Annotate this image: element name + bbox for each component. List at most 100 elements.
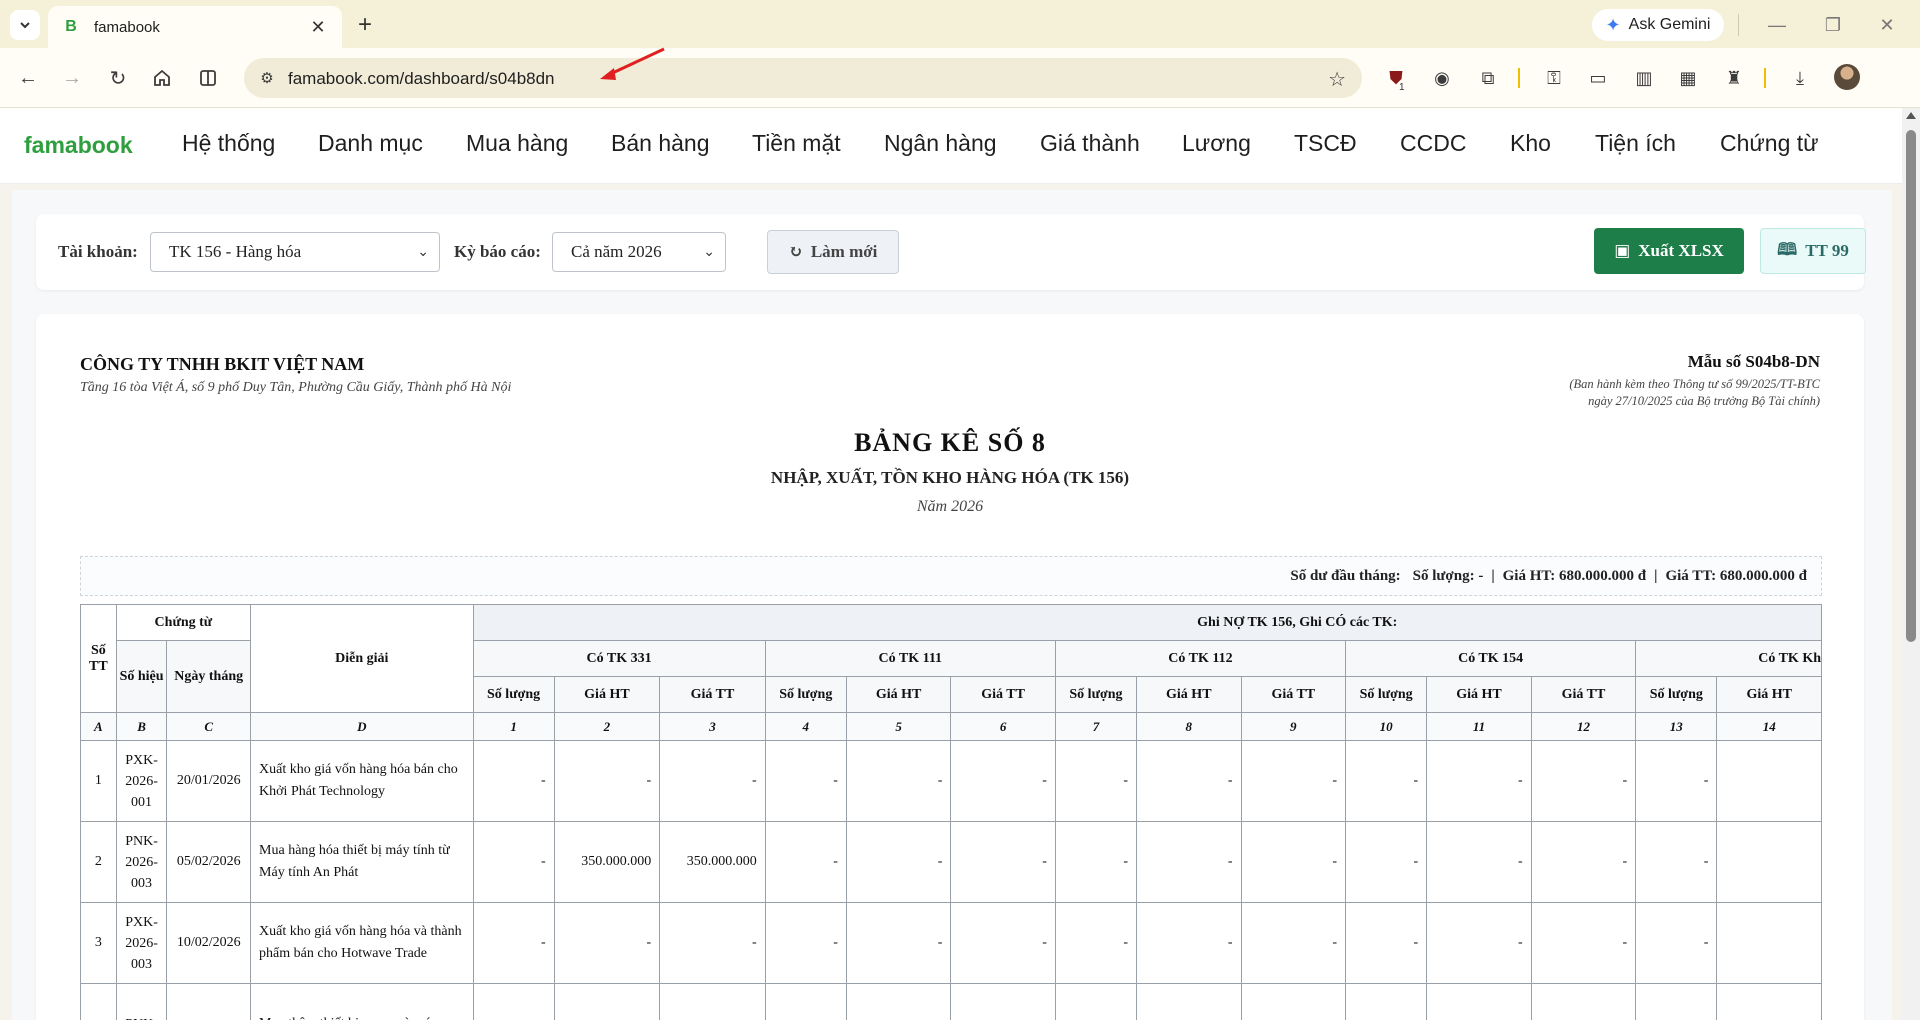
row-value: -: [764, 821, 847, 903]
tt99-button[interactable]: 🕮 TT 99: [1760, 228, 1866, 274]
ledger-table: Số TT Chứng từ Diễn giải Ghi NỢ TK 156, …: [80, 604, 1822, 1020]
ledger-table-scroll[interactable]: Số TT Chứng từ Diễn giải Ghi NỢ TK 156, …: [80, 604, 1822, 1020]
browser-tab[interactable]: B famabook ✕: [48, 6, 342, 48]
account-select[interactable]: TK 156 - Hàng hóa ⌄: [150, 232, 440, 272]
back-icon[interactable]: ←: [14, 64, 42, 92]
row-value: -: [1054, 902, 1138, 984]
table-row[interactable]: PNK- Mua thêm thiết bị mạng và máy: [80, 983, 1822, 1020]
url-text[interactable]: famabook.com/dashboard/s04b8dn: [288, 69, 555, 89]
header-co-tk-kh: Có TK Kh: [1635, 640, 1822, 677]
profile-avatar[interactable]: [1834, 64, 1860, 90]
close-window-icon[interactable]: ✕: [1874, 12, 1900, 38]
forward-icon[interactable]: →: [58, 64, 86, 92]
table-icon[interactable]: ▦: [1674, 64, 1702, 92]
row-so-hieu: PXK- 2026- 001: [115, 740, 168, 822]
row-so-hieu: PNK-: [115, 983, 168, 1020]
menu-chung-tu[interactable]: Chứng từ: [1720, 130, 1819, 157]
row-dien-giai: Mua thêm thiết bị mạng và máy: [250, 983, 474, 1020]
menu-ban-hang[interactable]: Bán hàng: [611, 130, 709, 157]
key-icon[interactable]: ⚿: [1540, 64, 1568, 92]
row-value: -: [1054, 821, 1138, 903]
address-bar[interactable]: ⚙ famabook.com/dashboard/s04b8dn ☆: [244, 58, 1362, 98]
table-row[interactable]: 1 PXK- 2026- 001 20/01/2026 Xuất kho giá vốn …: [80, 740, 1822, 822]
menu-luong[interactable]: Lương: [1182, 130, 1251, 157]
row-value: -: [1530, 821, 1637, 903]
refresh-button[interactable]: ↻ Làm mới: [767, 230, 899, 274]
puzzle-extensions-icon[interactable]: ⧉: [1474, 64, 1502, 92]
menu-ngan-hang[interactable]: Ngân hàng: [884, 130, 997, 157]
favicon-icon: B: [65, 18, 77, 35]
column-code: C: [166, 712, 252, 741]
scrollbar-thumb[interactable]: [1906, 130, 1916, 642]
report-subtitle: NHẬP, XUẤT, TỒN KHO HÀNG HÓA (TK 156): [770, 468, 1130, 487]
row-value: [1716, 740, 1822, 822]
split-view-icon[interactable]: [194, 64, 222, 92]
period-select[interactable]: Cả năm 2026 ⌄: [552, 232, 726, 272]
header-so-luong: Số lượng: [1054, 676, 1138, 713]
book-icon: 🕮: [1777, 239, 1798, 259]
column-code: 1: [472, 712, 555, 741]
row-value: -: [845, 821, 952, 903]
page-scrollbar[interactable]: [1902, 108, 1920, 1020]
row-value: -: [845, 740, 952, 822]
table-row[interactable]: 2 PNK- 2026- 003 05/02/2026 Mua hàng hóa thiế…: [80, 821, 1822, 903]
header-dien-giai: Diễn giải: [250, 604, 474, 713]
menu-gia-thanh[interactable]: Giá thành: [1040, 130, 1140, 157]
header-chung-tu: Chứng từ: [115, 604, 252, 641]
row-value: [472, 983, 555, 1020]
column-code: 14: [1716, 712, 1822, 741]
tab-search-button[interactable]: [10, 10, 40, 40]
so-hieu-part: PXK-: [125, 914, 158, 930]
restore-icon[interactable]: ❐: [1820, 12, 1846, 38]
row-stt: 2: [80, 821, 117, 903]
header-gia-tt: Giá TT: [950, 676, 1056, 713]
row-so-hieu: PNK- 2026- 003: [115, 821, 168, 903]
site-settings-icon[interactable]: ⚙: [256, 68, 278, 88]
row-value: -: [1426, 902, 1532, 984]
shield-extension-icon[interactable]: ⛊: [1382, 64, 1410, 92]
card-icon[interactable]: ▭: [1584, 64, 1612, 92]
so-hieu-part: PNK-: [117, 1014, 167, 1020]
menu-danh-muc[interactable]: Danh mục: [318, 130, 423, 157]
menu-ccdc[interactable]: CCDC: [1400, 130, 1466, 157]
menu-mua-hang[interactable]: Mua hàng: [466, 130, 568, 157]
header-ngay-thang: Ngày tháng: [166, 640, 252, 713]
issued-note: (Ban hành kèm theo Thông tư số 99/2025/T…: [1569, 376, 1820, 410]
column-code: 13: [1635, 712, 1718, 741]
menu-tscd[interactable]: TSCĐ: [1294, 130, 1357, 157]
table-row[interactable]: 3 PXK- 2026- 003 10/02/2026 Xuất kho giá vốn …: [80, 902, 1822, 984]
close-tab-icon[interactable]: ✕: [308, 17, 328, 37]
incognito-icon[interactable]: ♜: [1720, 64, 1748, 92]
row-ngay: [166, 983, 252, 1020]
scroll-up-icon[interactable]: [1906, 112, 1916, 119]
brand-logo[interactable]: famabook: [24, 132, 133, 159]
issued-line-2: ngày 27/10/2025 của Bộ trưởng Bộ Tài chí…: [1588, 394, 1820, 408]
row-value: -: [950, 740, 1056, 822]
bookmark-star-icon[interactable]: ☆: [1328, 67, 1346, 92]
row-ngay: 10/02/2026: [166, 902, 252, 984]
menu-kho[interactable]: Kho: [1510, 130, 1551, 157]
new-tab-button[interactable]: +: [352, 11, 378, 38]
row-value: -: [472, 902, 555, 984]
minimize-icon[interactable]: —: [1764, 12, 1790, 38]
home-icon[interactable]: [148, 64, 176, 92]
compass-extension-icon[interactable]: ◉: [1428, 64, 1456, 92]
company-address: Tầng 16 tòa Việt Á, số 9 phố Duy Tân, Ph…: [80, 380, 512, 395]
header-co-tk-331: Có TK 331: [472, 640, 766, 677]
download-icon[interactable]: ⤓: [1786, 64, 1814, 92]
menu-tien-ich[interactable]: Tiện ích: [1595, 130, 1676, 157]
menu-tien-mat[interactable]: Tiền mặt: [752, 130, 841, 157]
filter-bar: Tài khoản: TK 156 - Hàng hóa ⌄ Kỳ báo cá…: [36, 214, 1866, 290]
row-value: -: [1345, 740, 1428, 822]
export-xlsx-button[interactable]: ▣ Xuất XLSX: [1594, 228, 1744, 274]
reload-icon[interactable]: ↻: [104, 64, 132, 92]
menu-he-thong[interactable]: Hệ thống: [182, 130, 275, 157]
reading-mode-icon[interactable]: ▥: [1630, 64, 1658, 92]
report-year: Năm 2026: [916, 498, 984, 515]
column-code-row: A B C D 1 2 3 4 5 6 7 8 9 10 11 12 13 14: [80, 712, 1822, 741]
opening-balance: Số dư đầu tháng: Số lượng: - | Giá HT: 6…: [80, 556, 1822, 596]
row-value: -: [553, 740, 661, 822]
header-gia-ht: Giá HT: [1136, 676, 1242, 713]
ask-gemini-button[interactable]: ✦ Ask Gemini: [1592, 9, 1724, 41]
row-value: -: [950, 902, 1056, 984]
